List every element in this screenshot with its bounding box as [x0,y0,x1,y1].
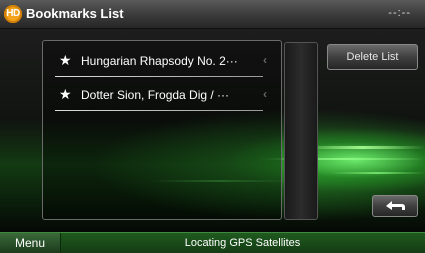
light-streak [300,146,425,149]
list-item[interactable]: ★ Hungarian Rhapsody No. 2··· ‹ [55,44,267,77]
chevron-left-icon: ‹ [263,53,267,67]
chevron-left-icon: ‹ [263,87,267,101]
header-bar: HD Bookmarks List --:-- [0,0,425,29]
return-arrow-icon [386,201,405,210]
list-item[interactable]: ★ Dotter Sion, Frogda Dig / ··· ‹ [55,78,267,111]
menu-button[interactable]: Menu [0,233,61,253]
light-streak [330,172,425,174]
hd-logo-icon: HD [4,5,22,23]
star-icon: ★ [59,52,72,68]
bookmark-label: Hungarian Rhapsody No. 2··· [81,54,238,68]
page-title: Bookmarks List [26,6,124,21]
delete-list-button[interactable]: Delete List [327,44,418,70]
back-button[interactable] [372,195,418,217]
gps-status: Locating GPS Satellites [184,237,301,249]
clock: --:-- [388,7,411,19]
divider [55,76,263,77]
footer-bar: Menu Locating GPS Satellites [0,232,425,253]
bookmark-label: Dotter Sion, Frogda Dig / ··· [81,88,230,102]
bookmark-list: ★ Hungarian Rhapsody No. 2··· ‹ ★ Dotter… [42,40,282,220]
star-icon: ★ [59,86,72,102]
list-scrollbar[interactable] [284,42,318,220]
divider [55,110,263,111]
